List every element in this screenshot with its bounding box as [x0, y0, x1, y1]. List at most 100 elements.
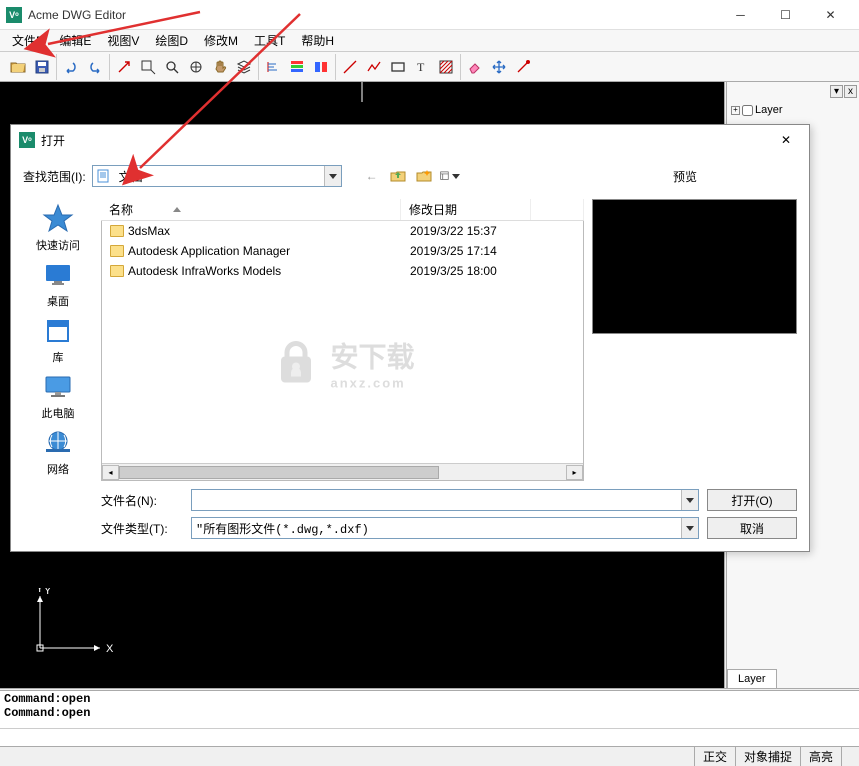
match-icon[interactable] — [512, 56, 534, 78]
place-network[interactable]: 网络 — [28, 427, 88, 477]
file-row[interactable]: 3dsMax2019/3/22 15:37 — [102, 221, 583, 241]
dialog-close-icon[interactable]: ✕ — [771, 127, 801, 153]
filename-label: 文件名(N): — [101, 492, 191, 509]
regen-icon[interactable] — [113, 56, 135, 78]
scroll-thumb[interactable] — [119, 466, 439, 479]
open-icon[interactable] — [7, 56, 29, 78]
open-file-dialog: Vo 打开 ✕ 查找范围(I): 文档 ← 预览 快速访问 — [10, 124, 810, 552]
filename-input[interactable] — [192, 490, 681, 510]
status-ortho[interactable]: 正交 — [694, 747, 735, 766]
close-button[interactable]: ✕ — [808, 1, 853, 29]
filetype-combo[interactable]: "所有图形文件(*.dwg,*.dxf) — [191, 517, 699, 539]
combo-arrow-icon[interactable] — [681, 518, 698, 538]
menubar: 文件F 编辑E 视图V 绘图D 修改M 工具T 帮助H — [0, 30, 859, 52]
menu-file[interactable]: 文件F — [4, 30, 51, 51]
documents-icon — [96, 168, 112, 184]
zoom-extents-icon[interactable] — [185, 56, 207, 78]
view-menu-icon[interactable] — [440, 166, 460, 186]
lookin-label: 查找范围(I): — [23, 168, 86, 185]
redo-icon[interactable] — [84, 56, 106, 78]
panel-pin-icon[interactable]: ▾ — [830, 85, 843, 98]
menu-help[interactable]: 帮助H — [293, 30, 342, 51]
command-window[interactable]: Command:open Command:open — [0, 691, 859, 728]
save-icon[interactable] — [31, 56, 53, 78]
folder-icon — [110, 265, 124, 277]
svg-text:Y: Y — [44, 588, 52, 597]
watermark: 安下载anxz.com — [270, 336, 414, 391]
undo-icon[interactable] — [60, 56, 82, 78]
menu-modify[interactable]: 修改M — [196, 30, 246, 51]
maximize-button[interactable]: ☐ — [763, 1, 808, 29]
scroll-right-icon[interactable]: ▸ — [566, 465, 583, 480]
text-icon[interactable]: T — [411, 56, 433, 78]
layer-tab[interactable]: Layer — [727, 669, 777, 688]
tree-expand-icon[interactable]: + — [731, 106, 740, 115]
combo-arrow-icon[interactable] — [324, 166, 341, 186]
place-desktop[interactable]: 桌面 — [28, 259, 88, 309]
zoom-icon[interactable] — [161, 56, 183, 78]
hatch-icon[interactable] — [435, 56, 457, 78]
move-icon[interactable] — [488, 56, 510, 78]
file-name: 3dsMax — [128, 224, 170, 238]
file-list[interactable]: 3dsMax2019/3/22 15:37Autodesk Applicatio… — [101, 221, 584, 481]
cancel-button[interactable]: 取消 — [707, 517, 797, 539]
column-date[interactable]: 修改日期 — [401, 199, 531, 220]
places-bar: 快速访问 桌面 库 此电脑 网络 — [23, 199, 93, 481]
filename-combo[interactable] — [191, 489, 699, 511]
filetype-label: 文件类型(T): — [101, 520, 191, 537]
filetype-value: "所有图形文件(*.dwg,*.dxf) — [192, 518, 681, 538]
menu-draw[interactable]: 绘图D — [147, 30, 196, 51]
file-row[interactable]: Autodesk InfraWorks Models 2019/3/25 18:0… — [102, 261, 583, 281]
zoom-window-icon[interactable] — [137, 56, 159, 78]
lookin-combo[interactable]: 文档 — [92, 165, 342, 187]
back-icon[interactable]: ← — [362, 166, 382, 186]
polyline-icon[interactable] — [363, 56, 385, 78]
menu-tool[interactable]: 工具T — [246, 30, 293, 51]
combo-arrow-icon[interactable] — [681, 490, 698, 510]
open-button[interactable]: 打开(O) — [707, 489, 797, 511]
place-library[interactable]: 库 — [28, 315, 88, 365]
status-highlight[interactable]: 高亮 — [800, 747, 841, 766]
place-quick-access[interactable]: 快速访问 — [28, 203, 88, 253]
panel-close-icon[interactable]: x — [844, 85, 857, 98]
folder-icon — [110, 225, 124, 237]
statusbar: 正交 对象捕捉 高亮 — [0, 746, 859, 766]
layer-checkbox[interactable] — [742, 105, 753, 116]
menu-view[interactable]: 视图V — [99, 30, 147, 51]
app-title: Acme DWG Editor — [28, 8, 718, 22]
layer-tree-root[interactable]: + Layer — [731, 104, 855, 116]
line-icon[interactable] — [339, 56, 361, 78]
file-name: Autodesk Application Manager — [128, 244, 290, 258]
command-line: Command:open — [4, 706, 855, 720]
new-folder-icon[interactable] — [414, 166, 434, 186]
toolbar: T — [0, 52, 859, 82]
command-line: Command:open — [4, 692, 855, 706]
erase-icon[interactable] — [464, 56, 486, 78]
lookin-value: 文档 — [115, 168, 324, 185]
menu-edit[interactable]: 编辑E — [51, 30, 99, 51]
place-thispc[interactable]: 此电脑 — [28, 371, 88, 421]
status-osnap[interactable]: 对象捕捉 — [735, 747, 800, 766]
dialog-icon: Vo — [19, 132, 35, 148]
file-date: 2019/3/25 18:00 — [402, 264, 532, 278]
file-list-header: 名称 修改日期 — [101, 199, 584, 221]
sort-arrow-icon — [173, 207, 181, 212]
layers-icon[interactable] — [233, 56, 255, 78]
scroll-left-icon[interactable]: ◂ — [102, 465, 119, 480]
layer-manager-icon[interactable] — [286, 56, 308, 78]
minimize-button[interactable]: ─ — [718, 1, 763, 29]
file-row[interactable]: Autodesk Application Manager 2019/3/25 17… — [102, 241, 583, 261]
align-left-icon[interactable] — [262, 56, 284, 78]
axis-y-label: Y — [36, 588, 44, 595]
pan-icon[interactable] — [209, 56, 231, 78]
file-date: 2019/3/25 17:14 — [402, 244, 532, 258]
column-name[interactable]: 名称 — [101, 199, 401, 220]
properties-icon[interactable] — [310, 56, 332, 78]
dialog-title: 打开 — [41, 132, 771, 149]
layer-name: Layer — [755, 104, 783, 116]
svg-text:T: T — [417, 60, 425, 74]
command-input[interactable] — [0, 731, 859, 745]
rectangle-icon[interactable] — [387, 56, 409, 78]
file-name: Autodesk InfraWorks Models — [128, 264, 281, 278]
up-folder-icon[interactable] — [388, 166, 408, 186]
